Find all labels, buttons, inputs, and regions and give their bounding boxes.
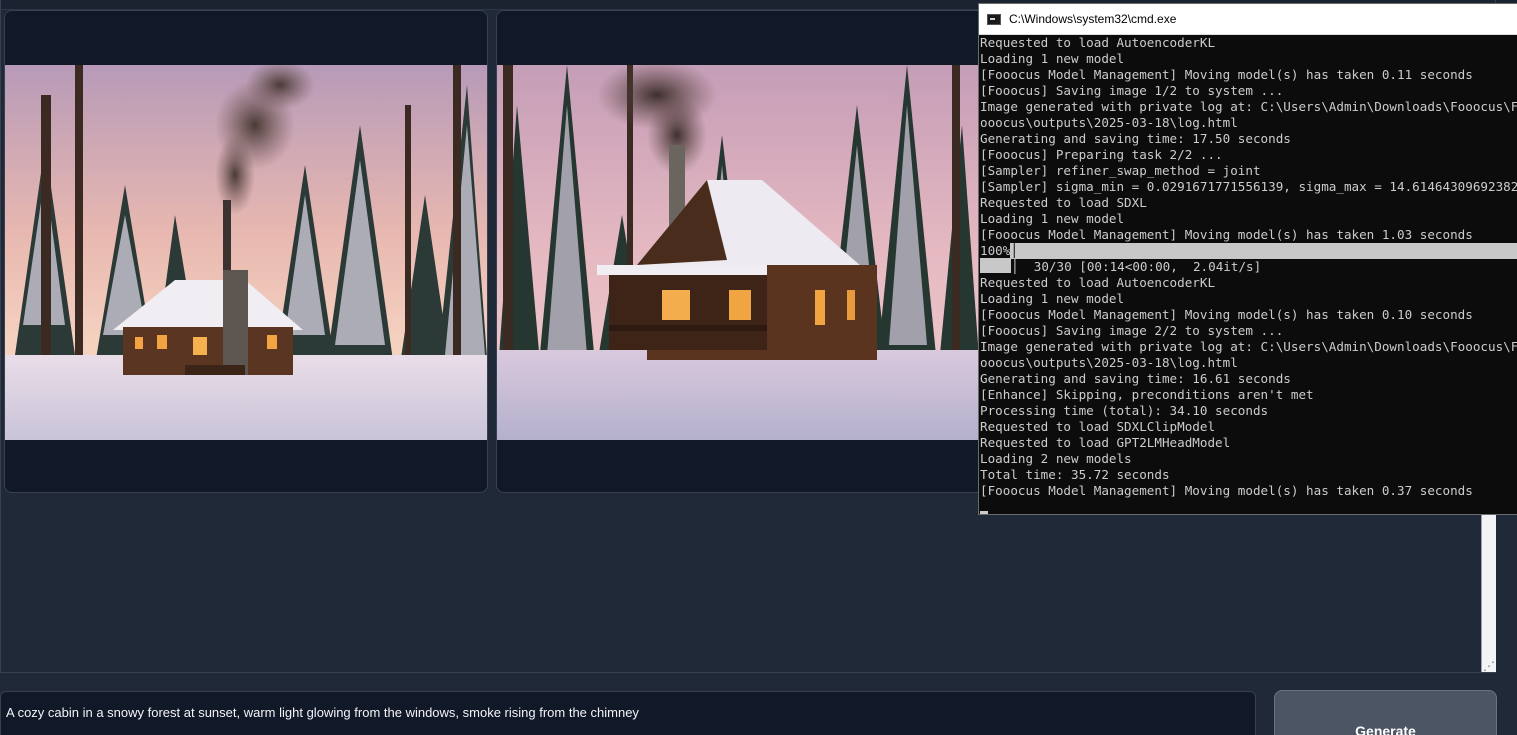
cmd-line: Loading 1 new model <box>980 51 1125 66</box>
cmd-line: ooocus\outputs\2025-03-18\log.html <box>980 355 1238 370</box>
prompt-text: A cozy cabin in a snowy forest at sunset… <box>6 705 639 720</box>
progress-percent: 100% <box>980 243 1011 258</box>
cmd-line: Total time: 35.72 seconds <box>980 467 1170 482</box>
progress-fill <box>980 259 1011 273</box>
cmd-line: [Sampler] sigma_min = 0.0291671771556139… <box>980 179 1517 194</box>
cmd-line: Loading 2 new models <box>980 451 1132 466</box>
cmd-line: ooocus\outputs\2025-03-18\log.html <box>980 115 1238 130</box>
cmd-line: Generating and saving time: 17.50 second… <box>980 131 1291 146</box>
resize-handle-icon[interactable]: ⋰ <box>1483 659 1495 673</box>
terminal-icon <box>987 14 1001 25</box>
prompt-input[interactable]: A cozy cabin in a snowy forest at sunset… <box>0 691 1256 735</box>
fooocus-app: ⋰ A cozy cabin in a snowy forest at suns… <box>0 0 1517 735</box>
cmd-line: [Fooocus] Preparing task 2/2 ... <box>980 147 1223 162</box>
cmd-titlebar[interactable]: C:\Windows\system32\cmd.exe <box>979 4 1517 35</box>
cmd-line: [Fooocus] Saving image 2/2 to system ... <box>980 323 1284 338</box>
gallery-scrollbar[interactable] <box>1481 515 1496 672</box>
cmd-line: [Fooocus] Saving image 1/2 to system ... <box>980 83 1284 98</box>
cmd-line: [Fooocus Model Management] Moving model(… <box>980 307 1473 322</box>
cmd-line: [Fooocus Model Management] Moving model(… <box>980 227 1473 242</box>
cmd-line: Requested to load SDXLClipModel <box>980 419 1216 434</box>
cabin-image-2 <box>497 65 981 440</box>
progress-row: │ 30/30 [00:14<00:00, 2.04it/s] <box>980 259 1517 275</box>
cmd-line: Loading 1 new model <box>980 291 1125 306</box>
cmd-line: Requested to load GPT2LMHeadModel <box>980 435 1231 450</box>
cmd-window[interactable]: C:\Windows\system32\cmd.exe Requested to… <box>978 3 1517 515</box>
cmd-title: C:\Windows\system32\cmd.exe <box>1009 12 1177 26</box>
cmd-line: Requested to load AutoencoderKL <box>980 35 1216 50</box>
progress-stats: 30/30 [00:14<00:00, 2.04it/s] <box>1033 259 1262 274</box>
cmd-line: Requested to load AutoencoderKL <box>980 275 1216 290</box>
cmd-output: Requested to load AutoencoderKL Loading … <box>980 35 1517 499</box>
cmd-line: Requested to load SDXL <box>980 195 1147 210</box>
cabin-image-1 <box>5 65 487 440</box>
cmd-line: Image generated with private log at: C:\… <box>980 99 1517 114</box>
cmd-line: Generating and saving time: 16.61 second… <box>980 371 1291 386</box>
cmd-line: Processing time (total): 34.10 seconds <box>980 403 1269 418</box>
progress-bar: 100%│ <box>980 243 1517 259</box>
cmd-line: [Sampler] refiner_swap_method = joint <box>980 163 1261 178</box>
generate-button[interactable]: Generate <box>1274 690 1497 735</box>
cmd-line: [Enhance] Skipping, preconditions aren't… <box>980 387 1314 402</box>
gallery-image-2[interactable] <box>496 10 988 493</box>
cmd-line: [Fooocus Model Management] Moving model(… <box>980 483 1473 498</box>
cmd-line: Image generated with private log at: C:\… <box>980 339 1517 354</box>
cmd-line: [Fooocus Model Management] Moving model(… <box>980 67 1473 82</box>
cmd-line: Loading 1 new model <box>980 211 1125 226</box>
gallery-image-1[interactable] <box>4 10 488 493</box>
text-cursor <box>980 511 988 514</box>
